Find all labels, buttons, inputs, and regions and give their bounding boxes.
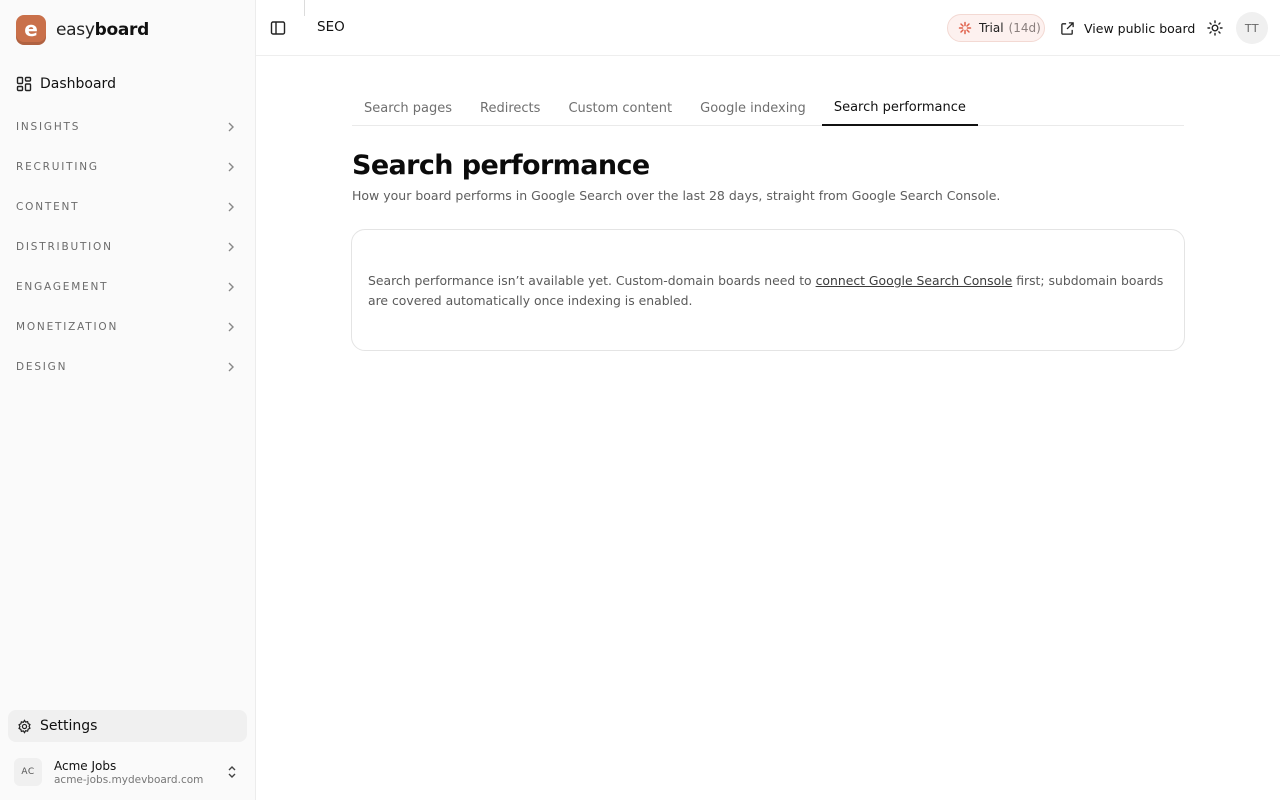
external-link-icon (1060, 21, 1075, 36)
account-name: Acme Jobs (54, 758, 117, 773)
view-public-board-button[interactable]: View public board (1060, 17, 1195, 39)
tab-search-pages[interactable]: Search pages (352, 90, 464, 126)
connect-search-console-link[interactable]: connect Google Search Console (816, 273, 1013, 288)
chevron-right-icon (226, 361, 236, 373)
sparkle-icon (958, 21, 972, 35)
sidebar-section-content[interactable]: CONTENT (0, 193, 256, 221)
header-divider (304, 0, 305, 16)
brand-name: easyboard (56, 20, 149, 40)
sidebar-section-monetization[interactable]: MONETIZATION (0, 313, 256, 341)
sidebar-toggle-icon[interactable] (270, 20, 286, 36)
trial-badge[interactable]: Trial (14d) (947, 14, 1045, 42)
page-title: Search performance (352, 150, 650, 181)
tab-custom-content[interactable]: Custom content (556, 90, 684, 126)
tab-search-performance[interactable]: Search performance (821, 90, 978, 126)
sidebar: e easyboard Dashboard INSIGHTS RECRUITIN… (0, 0, 256, 800)
account-avatar: AC (14, 758, 42, 786)
account-domain: acme-jobs.mydevboard.com (54, 773, 204, 786)
page-section-title: SEO (317, 19, 345, 35)
sidebar-section-distribution[interactable]: DISTRIBUTION (0, 233, 256, 261)
sidebar-item-label: Settings (40, 718, 98, 734)
brand-logo[interactable]: e easyboard (16, 14, 149, 46)
sidebar-section-design[interactable]: DESIGN (0, 353, 256, 381)
chevron-right-icon (226, 281, 236, 293)
chevron-right-icon (226, 121, 236, 133)
chevron-up-down-icon (226, 764, 238, 780)
trial-label: Trial (979, 21, 1004, 35)
chevron-right-icon (226, 201, 236, 213)
view-public-label: View public board (1084, 20, 1196, 36)
sidebar-section-engagement[interactable]: ENGAGEMENT (0, 273, 256, 301)
sidebar-section-insights[interactable]: INSIGHTS (0, 113, 256, 141)
chevron-right-icon (226, 161, 236, 173)
tab-google-indexing[interactable]: Google indexing (688, 90, 818, 126)
sidebar-item-dashboard[interactable]: Dashboard (8, 70, 248, 98)
gear-icon (17, 718, 32, 734)
trial-days: (14d) (1008, 21, 1041, 35)
tab-redirects[interactable]: Redirects (468, 90, 552, 126)
seo-tabs: Search pages Redirects Custom content Go… (352, 90, 1184, 126)
logo-icon: e (16, 15, 46, 45)
user-avatar[interactable]: TT (1236, 12, 1268, 44)
account-switcher[interactable]: AC Acme Jobs acme-jobs.mydevboard.com (8, 752, 248, 792)
sidebar-item-label: Dashboard (40, 76, 116, 92)
chevron-right-icon (226, 241, 236, 253)
notice-card: Search performance isn’t available yet. … (351, 229, 1185, 351)
top-header: SEO Trial (14d) View public board TT (256, 0, 1280, 56)
notice-text: Search performance isn’t available yet. … (368, 273, 1164, 308)
sun-icon[interactable] (1207, 20, 1223, 36)
dashboard-icon (16, 76, 32, 92)
sidebar-section-recruiting[interactable]: RECRUITING (0, 153, 256, 181)
chevron-right-icon (226, 321, 236, 333)
sidebar-item-settings[interactable]: Settings (8, 710, 247, 742)
page-subtitle: How your board performs in Google Search… (352, 188, 1001, 203)
